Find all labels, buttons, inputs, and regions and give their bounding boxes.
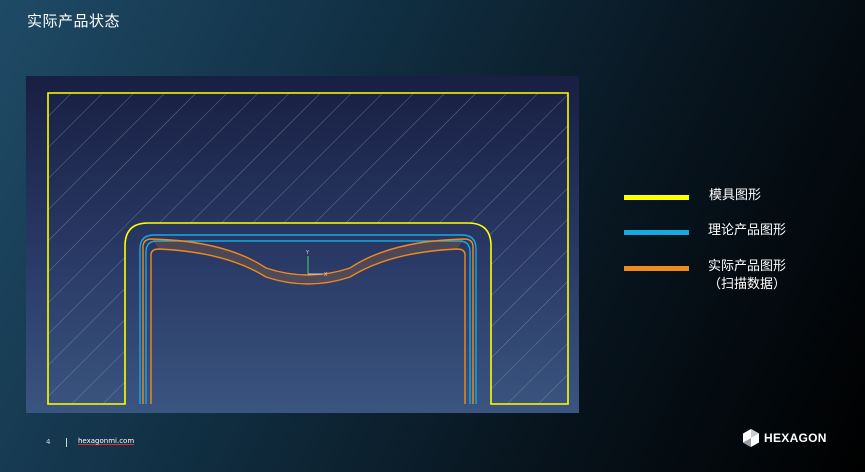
- legend-swatch-theory: [624, 230, 689, 235]
- legend-label-actual: 实际产品图形: [708, 259, 787, 274]
- page-number: 4: [46, 438, 51, 446]
- hexagon-logo-icon: [743, 429, 759, 447]
- legend-item-actual: 实际产品图形 （扫描数据）: [624, 258, 786, 294]
- legend-swatch-actual: [624, 266, 689, 271]
- legend-swatch-mold: [624, 195, 689, 200]
- y-axis-label: Y: [305, 250, 310, 256]
- hexagon-logo: HEXAGON: [741, 428, 827, 448]
- legend-label-theory: 理论产品图形: [708, 223, 787, 238]
- mold-cross-section-drawing: Y X: [47, 92, 569, 405]
- legend-item-mold: 模具图形: [624, 187, 761, 205]
- legend-label-actual-group: 实际产品图形 （扫描数据）: [708, 258, 786, 294]
- legend-label-mold: 模具图形: [709, 188, 762, 203]
- x-axis-label: X: [324, 272, 328, 278]
- mold-outline: [47, 92, 569, 405]
- legend-sublabel-actual: （扫描数据）: [708, 277, 787, 292]
- footer-site-link[interactable]: hexagonmi.com: [78, 437, 134, 445]
- drawing-canvas: Y X: [26, 76, 579, 413]
- slide-title: 实际产品状态: [27, 12, 121, 30]
- footer-separator: [66, 438, 67, 447]
- legend-item-theory: 理论产品图形: [624, 222, 786, 240]
- hexagon-brand-name: HEXAGON: [764, 431, 827, 445]
